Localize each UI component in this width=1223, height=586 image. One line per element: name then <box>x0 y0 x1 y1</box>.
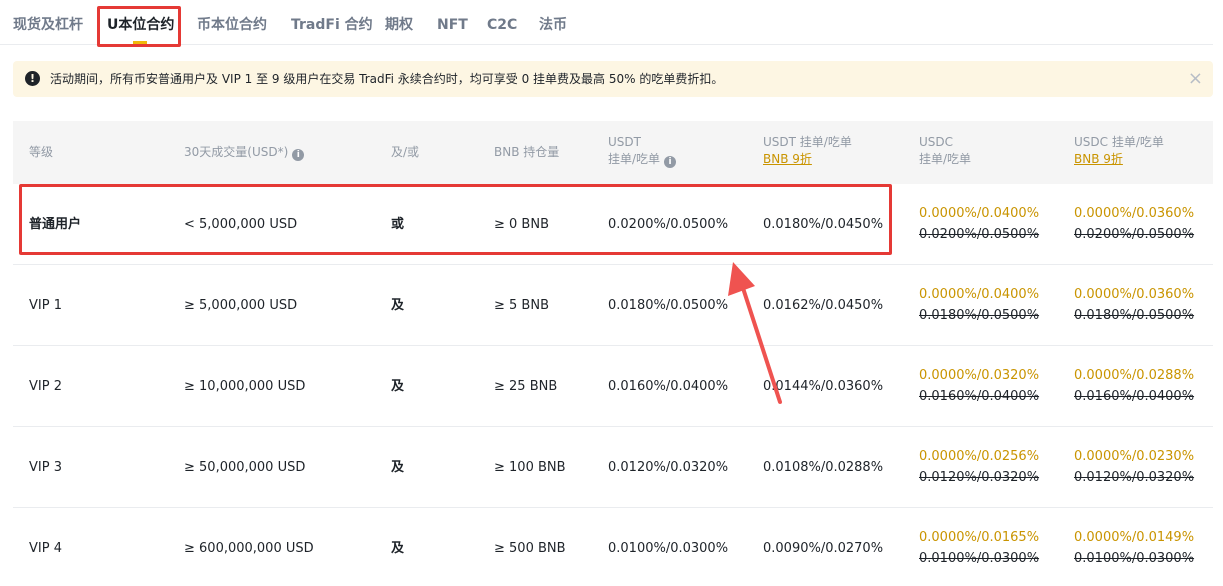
cell-level: VIP 1 <box>29 298 62 313</box>
cell-and-or: 及 <box>391 379 405 394</box>
tab-options[interactable]: 期权 <box>385 0 413 45</box>
cell-volume: ≥ 10,000,000 USD <box>184 379 306 394</box>
table-row: VIP 3 ≥ 50,000,000 USD 及 ≥ 100 BNB 0.012… <box>13 427 1213 508</box>
cell-usdt-bnb-fee: 0.0090%/0.0270% <box>763 541 884 556</box>
header-and-or: 及/或 <box>391 145 420 159</box>
cell-usdt-bnb-fee: 0.0108%/0.0288% <box>763 460 884 475</box>
cell-usdc-bnb-fee: 0.0000%/0.0149% 0.0100%/0.0300% <box>1074 527 1194 569</box>
original-fee: 0.0180%/0.0500% <box>919 308 1040 323</box>
cell-usdt-fee: 0.0100%/0.0300% <box>608 541 729 556</box>
promo-notice-banner: ! 活动期间，所有币安普通用户及 VIP 1 至 9 级用户在交易 TradFi… <box>13 61 1213 97</box>
original-fee: 0.0180%/0.0500% <box>1074 308 1195 323</box>
cell-usdt-fee: 0.0180%/0.0500% <box>608 298 729 313</box>
tab-tradfi-futures[interactable]: TradFi 合约 <box>291 0 373 45</box>
cell-and-or: 及 <box>391 541 405 556</box>
table-header: 等级 30天成交量(USD*) i 及/或 BNB 持仓量 USDT 挂单/吃单 i… <box>13 121 1213 184</box>
header-usdc-bnb-discount: USDC 挂单/吃单 BNB 9折 <box>1074 135 1164 168</box>
header-bnb-holding: BNB 持仓量 <box>494 145 560 159</box>
cell-bnb: ≥ 5 BNB <box>494 298 549 313</box>
annotation-tab-highlight-box <box>97 6 181 47</box>
cell-usdc-fee: 0.0000%/0.0320% 0.0160%/0.0400% <box>919 365 1039 407</box>
original-fee: 0.0100%/0.0300% <box>919 551 1040 566</box>
cell-level: VIP 4 <box>29 541 62 556</box>
header-usdt-maker-taker: USDT 挂单/吃单 i <box>608 134 677 168</box>
cell-usdt-fee: 0.0160%/0.0400% <box>608 379 729 394</box>
discounted-fee: 0.0000%/0.0360% <box>1074 287 1195 302</box>
bnb-discount-link[interactable]: BNB 9折 <box>1074 151 1164 168</box>
original-fee: 0.0120%/0.0320% <box>919 470 1040 485</box>
cell-usdc-fee: 0.0000%/0.0400% 0.0180%/0.0500% <box>919 284 1039 326</box>
discounted-fee: 0.0000%/0.0400% <box>919 206 1040 221</box>
close-icon[interactable]: × <box>1188 61 1203 97</box>
cell-usdc-bnb-fee: 0.0000%/0.0288% 0.0160%/0.0400% <box>1074 365 1194 407</box>
cell-volume: ≥ 600,000,000 USD <box>184 541 314 556</box>
cell-usdt-bnb-fee: 0.0162%/0.0450% <box>763 298 884 313</box>
original-fee: 0.0120%/0.0320% <box>1074 470 1195 485</box>
original-fee: 0.0100%/0.0300% <box>1074 551 1195 566</box>
table-row: VIP 1 ≥ 5,000,000 USD 及 ≥ 5 BNB 0.0180%/… <box>13 265 1213 346</box>
table-row: VIP 2 ≥ 10,000,000 USD 及 ≥ 25 BNB 0.0160… <box>13 346 1213 427</box>
cell-volume: ≥ 50,000,000 USD <box>184 460 306 475</box>
cell-and-or: 及 <box>391 298 405 313</box>
tab-spot-margin[interactable]: 现货及杠杆 <box>13 0 83 45</box>
original-fee: 0.0200%/0.0500% <box>919 227 1040 242</box>
cell-volume: ≥ 5,000,000 USD <box>184 298 298 313</box>
header-usdt-bnb-discount: USDT 挂单/吃单 BNB 9折 <box>763 135 852 168</box>
header-level: 等级 <box>29 145 54 159</box>
info-icon[interactable]: i <box>664 156 677 168</box>
discounted-fee: 0.0000%/0.0165% <box>919 530 1040 545</box>
original-fee: 0.0160%/0.0400% <box>919 389 1040 404</box>
tab-nft[interactable]: NFT <box>437 0 468 45</box>
bnb-discount-link[interactable]: BNB 9折 <box>763 151 852 168</box>
original-fee: 0.0160%/0.0400% <box>1074 389 1195 404</box>
tab-fiat[interactable]: 法币 <box>539 0 567 45</box>
notice-text: 活动期间，所有币安普通用户及 VIP 1 至 9 级用户在交易 TradFi 永… <box>50 72 724 86</box>
discounted-fee: 0.0000%/0.0230% <box>1074 449 1195 464</box>
alert-icon: ! <box>25 71 40 86</box>
cell-bnb: ≥ 25 BNB <box>494 379 558 394</box>
cell-usdc-bnb-fee: 0.0000%/0.0360% 0.0180%/0.0500% <box>1074 284 1194 326</box>
cell-level: VIP 2 <box>29 379 62 394</box>
cell-bnb: ≥ 500 BNB <box>494 541 566 556</box>
table-row: VIP 4 ≥ 600,000,000 USD 及 ≥ 500 BNB 0.01… <box>13 508 1213 586</box>
discounted-fee: 0.0000%/0.0149% <box>1074 530 1195 545</box>
header-volume: 30天成交量(USD*) i <box>184 144 305 161</box>
product-tabs: 现货及杠杆 U本位合约 币本位合约 TradFi 合约 期权 NFT C2C 法… <box>0 0 1213 45</box>
discounted-fee: 0.0000%/0.0320% <box>919 368 1040 383</box>
cell-usdc-bnb-fee: 0.0000%/0.0360% 0.0200%/0.0500% <box>1074 203 1194 245</box>
info-icon[interactable]: i <box>292 149 305 161</box>
cell-usdc-fee: 0.0000%/0.0400% 0.0200%/0.0500% <box>919 203 1039 245</box>
annotation-row-highlight-box <box>19 184 892 255</box>
original-fee: 0.0200%/0.0500% <box>1074 227 1195 242</box>
discounted-fee: 0.0000%/0.0360% <box>1074 206 1195 221</box>
discounted-fee: 0.0000%/0.0288% <box>1074 368 1195 383</box>
tab-c2c[interactable]: C2C <box>487 0 517 45</box>
cell-usdt-fee: 0.0120%/0.0320% <box>608 460 729 475</box>
header-usdc-maker-taker: USDC 挂单/吃单 <box>919 135 972 166</box>
cell-bnb: ≥ 100 BNB <box>494 460 566 475</box>
cell-and-or: 及 <box>391 460 405 475</box>
discounted-fee: 0.0000%/0.0256% <box>919 449 1040 464</box>
tab-coinm-futures[interactable]: 币本位合约 <box>197 0 267 45</box>
discounted-fee: 0.0000%/0.0400% <box>919 287 1040 302</box>
cell-usdc-fee: 0.0000%/0.0165% 0.0100%/0.0300% <box>919 527 1039 569</box>
cell-usdt-bnb-fee: 0.0144%/0.0360% <box>763 379 884 394</box>
cell-level: VIP 3 <box>29 460 62 475</box>
cell-usdc-bnb-fee: 0.0000%/0.0230% 0.0120%/0.0320% <box>1074 446 1194 488</box>
cell-usdc-fee: 0.0000%/0.0256% 0.0120%/0.0320% <box>919 446 1039 488</box>
